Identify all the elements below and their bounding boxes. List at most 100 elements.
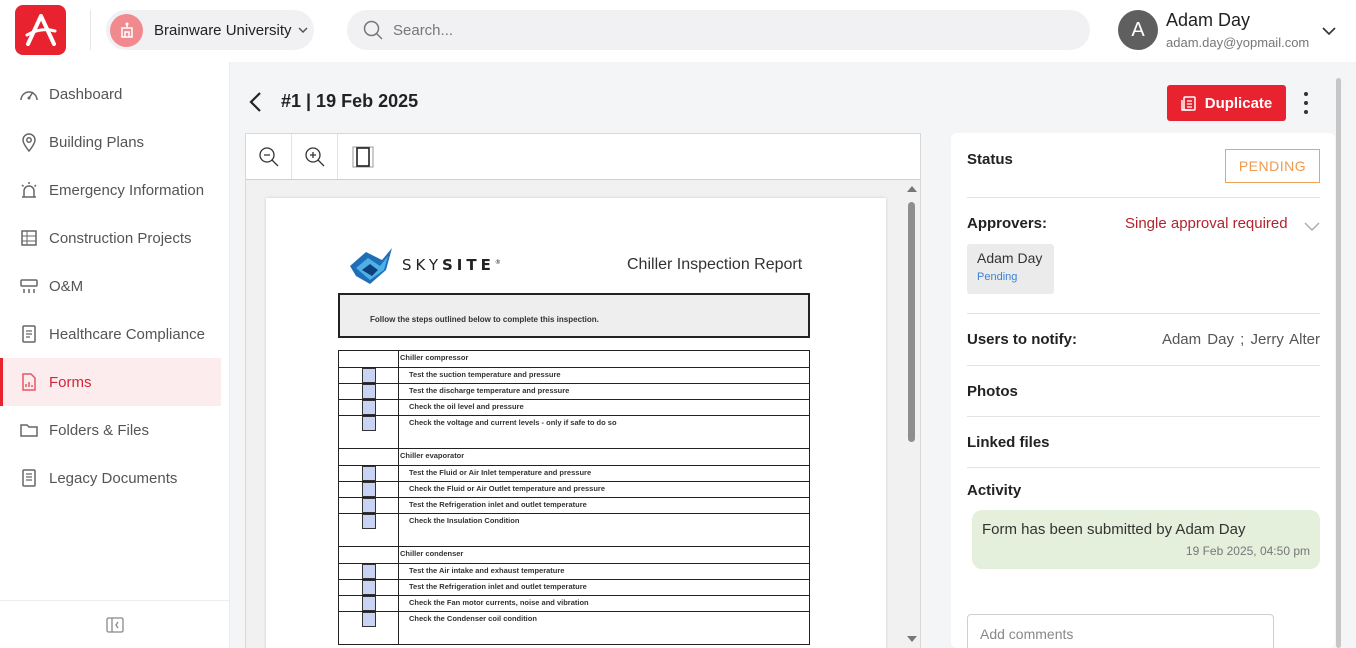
section-heading: Chiller compressor xyxy=(398,350,810,368)
sidebar-item-healthcare-compliance[interactable]: Healthcare Compliance xyxy=(0,310,221,358)
approval-requirement[interactable]: Single approval required xyxy=(1125,215,1288,232)
duplicate-button[interactable]: Duplicate xyxy=(1167,85,1286,121)
search-input[interactable] xyxy=(393,21,993,39)
checklist-item: Test the Air intake and exhaust temperat… xyxy=(398,563,810,580)
section-header-row: Chiller compressor xyxy=(338,350,810,368)
forms-icon xyxy=(18,371,40,393)
sidebar-item-forms[interactable]: Forms xyxy=(0,358,221,406)
dashboard-icon xyxy=(18,83,40,105)
approver-chip[interactable]: Adam Day Pending xyxy=(967,244,1054,294)
table-row: Test the discharge temperature and press… xyxy=(338,383,810,400)
photos-label[interactable]: Photos xyxy=(967,383,1018,400)
add-comment-input[interactable] xyxy=(967,614,1274,648)
collapse-sidebar-button[interactable] xyxy=(0,600,229,648)
checkbox[interactable] xyxy=(362,596,376,611)
sidebar-item-building-plans[interactable]: Building Plans xyxy=(0,118,221,166)
user-email: adam.day@yopmail.com xyxy=(1166,35,1310,50)
viewer-scroll-thumb[interactable] xyxy=(908,202,915,442)
sidebar-item-label: O&M xyxy=(49,277,84,295)
zoom-out-button[interactable] xyxy=(246,134,292,179)
checklist-item: Test the discharge temperature and press… xyxy=(398,383,810,400)
sidebar-item-emergency-information[interactable]: Emergency Information xyxy=(0,166,221,214)
approver-status: Pending xyxy=(977,271,1018,283)
sidebar-item-legacy-documents[interactable]: Legacy Documents xyxy=(0,454,221,502)
skysite-logo-icon xyxy=(350,248,392,284)
document-viewer: SKYSITE® Chiller Inspection Report Follo… xyxy=(245,133,921,648)
checkbox[interactable] xyxy=(362,466,376,481)
section-header-row: Chiller evaporator xyxy=(338,448,810,466)
checkbox[interactable] xyxy=(362,580,376,595)
activity-text: Form has been submitted by Adam Day xyxy=(982,521,1246,538)
checkbox[interactable] xyxy=(362,384,376,399)
checklist-item: Check the Fluid or Air Outlet temperatur… xyxy=(398,481,810,498)
details-panel: Status PENDING Approvers: Single approva… xyxy=(951,133,1335,648)
chevron-down-icon[interactable] xyxy=(1304,218,1320,236)
table-row: Check the Insulation Condition xyxy=(338,513,810,547)
sidebar-item-label: Healthcare Compliance xyxy=(49,325,205,343)
search-icon xyxy=(363,20,383,40)
sidebar-item-label: Forms xyxy=(49,373,92,391)
collapse-sidebar-icon xyxy=(105,616,124,633)
page-scrollbar[interactable] xyxy=(1336,78,1341,648)
viewer-scrollbar[interactable] xyxy=(903,182,919,648)
checkbox[interactable] xyxy=(362,368,376,383)
checklist-item: Test the Refrigeration inlet and outlet … xyxy=(398,497,810,514)
checklist-item: Test the Refrigeration inlet and outlet … xyxy=(398,579,810,596)
table-row: Test the suction temperature and pressur… xyxy=(338,367,810,384)
app-logo[interactable] xyxy=(15,5,66,55)
checkbox[interactable] xyxy=(362,482,376,497)
linked-files-label[interactable]: Linked files xyxy=(967,434,1050,451)
zoom-in-button[interactable] xyxy=(292,134,338,179)
zoom-out-icon xyxy=(258,146,278,166)
organization-name: Brainware University xyxy=(154,21,292,39)
document-page: SKYSITE® Chiller Inspection Report Follo… xyxy=(266,198,886,648)
divider xyxy=(967,313,1320,314)
back-button[interactable] xyxy=(248,91,262,118)
scroll-down-icon[interactable] xyxy=(907,636,917,642)
table-row: Check the Fluid or Air Outlet temperatur… xyxy=(338,481,810,498)
user-avatar[interactable]: A xyxy=(1118,10,1158,50)
organization-selector[interactable]: Brainware University xyxy=(106,10,314,50)
table-row: Check the Fan motor currents, noise and … xyxy=(338,595,810,612)
more-options-icon[interactable] xyxy=(1298,88,1314,118)
sidebar-item-construction-projects[interactable]: Construction Projects xyxy=(0,214,221,262)
user-name[interactable]: Adam Day xyxy=(1166,10,1250,31)
siren-icon xyxy=(18,179,40,201)
sidebar-item-label: Construction Projects xyxy=(49,229,192,247)
sidebar-item-label: Dashboard xyxy=(49,85,123,103)
user-menu-chevron-icon[interactable] xyxy=(1322,22,1336,40)
organization-icon xyxy=(110,13,143,47)
table-row: Check the oil level and pressure xyxy=(338,399,810,416)
sidebar-item-label: Legacy Documents xyxy=(49,469,178,487)
notify-users-list: Adam Day ; Jerry Alter xyxy=(1161,331,1320,348)
divider xyxy=(967,467,1320,468)
checkbox[interactable] xyxy=(362,514,376,529)
maintenance-icon xyxy=(18,275,40,297)
section-heading: Chiller condenser xyxy=(398,546,810,564)
report-title: Chiller Inspection Report xyxy=(627,256,803,273)
users-to-notify-label: Users to notify: xyxy=(967,331,1078,348)
checklist-item: Test the Fluid or Air Inlet temperature … xyxy=(398,465,810,482)
checkbox[interactable] xyxy=(362,612,376,627)
checkbox[interactable] xyxy=(362,498,376,513)
fit-page-button[interactable] xyxy=(340,134,386,179)
table-row: Check the Condenser coil condition xyxy=(338,611,810,645)
checkbox[interactable] xyxy=(362,564,376,579)
page-title: #1 | 19 Feb 2025 xyxy=(281,91,419,111)
sidebar-item-om[interactable]: O&M xyxy=(0,262,221,310)
scroll-up-icon[interactable] xyxy=(907,186,917,192)
duplicate-icon xyxy=(1180,95,1196,111)
sidebar-item-folders-files[interactable]: Folders & Files xyxy=(0,406,221,454)
sidebar-item-dashboard[interactable]: Dashboard xyxy=(0,70,221,118)
search-bar xyxy=(347,10,1090,50)
checklist-item: Test the suction temperature and pressur… xyxy=(398,367,810,384)
checklist-item: Check the Insulation Condition xyxy=(398,513,810,547)
activity-label: Activity xyxy=(967,482,1022,499)
checklist-item: Check the oil level and pressure xyxy=(398,399,810,416)
checkbox[interactable] xyxy=(362,400,376,415)
chevron-left-icon xyxy=(249,92,261,112)
divider xyxy=(967,416,1320,417)
checkbox[interactable] xyxy=(362,416,376,431)
activity-timestamp: 19 Feb 2025, 04:50 pm xyxy=(1185,544,1310,558)
folder-icon xyxy=(18,419,40,441)
